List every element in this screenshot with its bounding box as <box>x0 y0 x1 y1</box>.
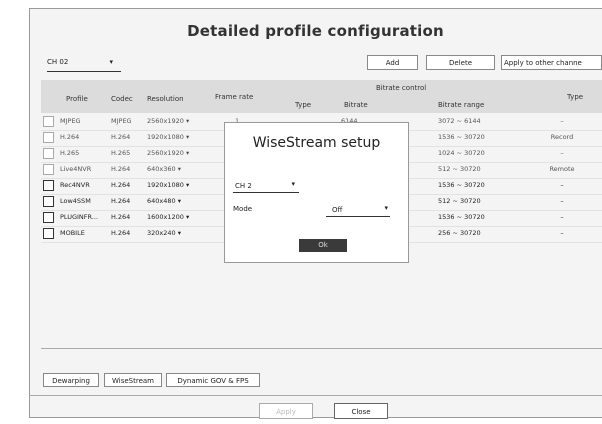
row-checkbox[interactable] <box>43 132 54 143</box>
row-checkbox[interactable] <box>43 116 54 127</box>
bitrate-range: 1536 ~ 30720 <box>438 213 485 221</box>
row-checkbox[interactable] <box>43 164 54 175</box>
bitrate-range: 512 ~ 30720 <box>438 165 481 173</box>
dialog-channel-value: CH 2 <box>235 182 252 190</box>
wisestream-button[interactable]: WiseStream <box>104 373 162 387</box>
resolution-select[interactable]: 2560x1920 ▾ <box>147 149 189 157</box>
add-button[interactable]: Add <box>367 55 418 70</box>
dewarping-button[interactable]: Dewarping <box>43 373 99 387</box>
row-checkbox[interactable] <box>43 180 54 191</box>
profile-name: Low4SSM <box>60 197 91 205</box>
profile-type: – <box>560 149 564 157</box>
profile-name: Live4NVR <box>60 165 92 173</box>
bitrate-range: 256 ~ 30720 <box>438 229 481 237</box>
profile-type: – <box>560 229 564 237</box>
codec: H.264 <box>111 181 131 189</box>
header-profile: Profile <box>66 95 88 103</box>
row-checkbox[interactable] <box>43 212 54 223</box>
resolution-select[interactable]: 640x360 ▾ <box>147 165 181 173</box>
resolution-select[interactable]: 640x480 ▾ <box>147 197 181 205</box>
profile-name: Rec4NVR <box>60 181 90 189</box>
channel-select[interactable]: CH 02 ▾ <box>47 55 121 72</box>
profile-name: H.264 <box>60 133 80 141</box>
chevron-down-icon: ▾ <box>109 58 113 66</box>
page-title: Detailed profile configuration <box>187 22 444 40</box>
header-frame-rate: Frame rate <box>215 93 254 101</box>
codec: H.264 <box>111 197 131 205</box>
header-bitrate-type: Type <box>295 101 312 109</box>
channel-select-value: CH 02 <box>47 58 69 66</box>
dynamic-gov-fps-button[interactable]: Dynamic GOV & FPS <box>166 373 260 387</box>
bitrate-range: 1024 ~ 30720 <box>438 149 485 157</box>
profile-type: – <box>560 197 564 205</box>
profile-type: – <box>560 117 564 125</box>
bitrate-range: 3072 ~ 6144 <box>438 117 481 125</box>
row-checkbox[interactable] <box>43 228 54 239</box>
header-bitrate-control: Bitrate control <box>376 84 427 92</box>
profile-name: PLUGINFR... <box>60 213 99 221</box>
profile-type: – <box>560 181 564 189</box>
resolution-select[interactable]: 320x240 ▾ <box>147 229 181 237</box>
delete-button[interactable]: Delete <box>426 55 495 70</box>
row-checkbox[interactable] <box>43 148 54 159</box>
mode-value: Off <box>332 206 343 214</box>
header-resolution: Resolution <box>147 95 184 103</box>
chevron-down-icon: ▾ <box>291 180 295 188</box>
bitrate-range: 1536 ~ 30720 <box>438 133 485 141</box>
bitrate-range: 1536 ~ 30720 <box>438 181 485 189</box>
codec: H.264 <box>111 213 131 221</box>
profile-type: Remote <box>549 165 575 173</box>
bitrate-range: 512 ~ 30720 <box>438 197 481 205</box>
codec: MJPEG <box>111 117 132 125</box>
codec: H.264 <box>111 229 131 237</box>
codec: H.264 <box>111 133 131 141</box>
profile-type: – <box>560 213 564 221</box>
resolution-select[interactable]: 1920x1080 ▾ <box>147 133 189 141</box>
header-codec: Codec <box>111 95 133 103</box>
header-bitrate: Bitrate <box>344 101 368 109</box>
footer-divider <box>29 395 602 396</box>
header-bitrate-range: Bitrate range <box>438 101 485 109</box>
resolution-select[interactable]: 1600x1200 ▾ <box>147 213 189 221</box>
profile-name: H.265 <box>60 149 80 157</box>
profile-name: MOBILE <box>60 229 85 237</box>
close-button[interactable]: Close <box>334 403 388 419</box>
dialog-channel-select[interactable]: CH 2 ▾ <box>233 179 299 193</box>
dialog-title: WiseStream setup <box>252 135 381 151</box>
table-header: Profile Codec Resolution Frame rate Bitr… <box>41 80 602 113</box>
profile-name: MJPEG <box>60 117 81 125</box>
row-checkbox[interactable] <box>43 196 54 207</box>
ok-button[interactable]: Ok <box>299 239 347 252</box>
resolution-select[interactable]: 2560x1920 ▾ <box>147 117 189 125</box>
resolution-select[interactable]: 1920x1080 ▾ <box>147 181 189 189</box>
codec: H.264 <box>111 165 131 173</box>
apply-to-other-channels-button[interactable]: Apply to other channe <box>501 55 602 70</box>
chevron-down-icon: ▾ <box>384 204 388 212</box>
wisestream-setup-dialog: WiseStream setup CH 2 ▾ Mode Off ▾ Ok <box>224 122 409 263</box>
divider <box>41 348 602 349</box>
codec: H.265 <box>111 149 131 157</box>
profile-type: Record <box>550 133 574 141</box>
mode-label: Mode <box>233 205 253 213</box>
apply-button[interactable]: Apply <box>259 403 313 419</box>
mode-select[interactable]: Off ▾ <box>326 203 390 217</box>
header-type: Type <box>567 93 584 101</box>
